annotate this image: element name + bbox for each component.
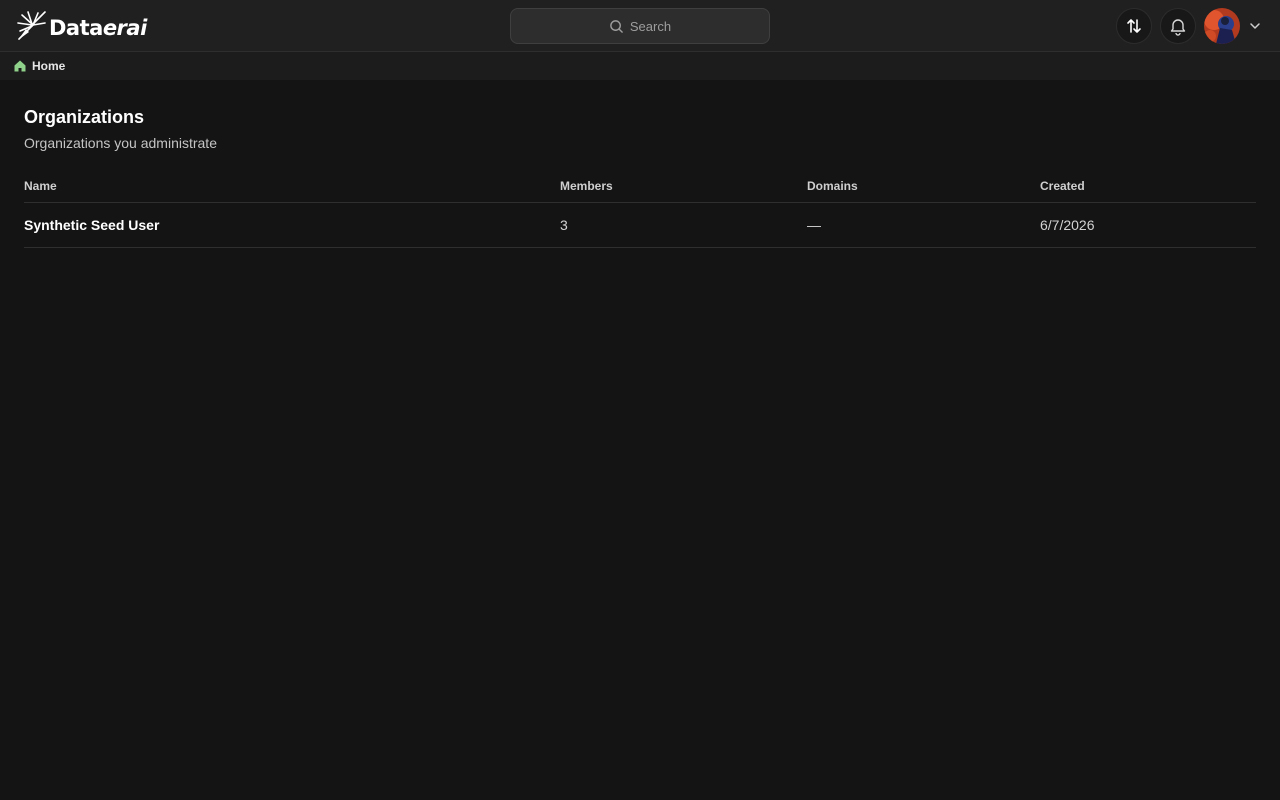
breadcrumb-home-label: Home xyxy=(32,59,66,73)
search-bar[interactable]: Search xyxy=(510,8,770,44)
logo-text-italic: erai xyxy=(102,15,147,40)
column-header-name[interactable]: Name xyxy=(24,179,57,193)
sync-icon xyxy=(1127,19,1141,33)
organizations-table: Name Members Domains Created Synthetic S… xyxy=(24,172,1256,248)
org-members: 3 xyxy=(560,217,568,233)
avatar-image xyxy=(1204,8,1240,44)
org-name[interactable]: Synthetic Seed User xyxy=(24,217,159,233)
page-title: Organizations xyxy=(24,107,145,127)
chevron-down-icon[interactable] xyxy=(1247,18,1263,34)
org-created: 6/7/2026 xyxy=(1040,217,1095,233)
table-header: Name Members Domains Created xyxy=(24,172,1256,203)
column-header-created[interactable]: Created xyxy=(1040,179,1085,193)
sync-button[interactable] xyxy=(1116,8,1152,44)
page-subtitle: Organizations you administrate xyxy=(24,135,217,151)
notifications-button[interactable] xyxy=(1160,8,1196,44)
column-header-domains[interactable]: Domains xyxy=(807,179,858,193)
search-icon xyxy=(610,19,623,33)
top-bar: Dataerai Search xyxy=(0,0,1280,52)
search-placeholder: Search xyxy=(629,18,672,34)
logo-text: Dataerai xyxy=(49,16,147,40)
home-icon xyxy=(14,60,26,72)
logo-text-plain: Data xyxy=(49,15,103,40)
logo-burst-icon xyxy=(17,11,46,40)
column-header-members[interactable]: Members xyxy=(560,179,613,193)
app-logo[interactable]: Dataerai xyxy=(14,9,147,43)
table-row[interactable]: Synthetic Seed User 3 — 6/7/2026 xyxy=(24,203,1256,248)
org-domains: — xyxy=(807,217,821,233)
user-avatar[interactable] xyxy=(1204,8,1240,44)
bell-icon xyxy=(1170,19,1186,36)
breadcrumb-home[interactable]: Home xyxy=(13,59,65,73)
breadcrumb: Home xyxy=(0,52,1280,80)
